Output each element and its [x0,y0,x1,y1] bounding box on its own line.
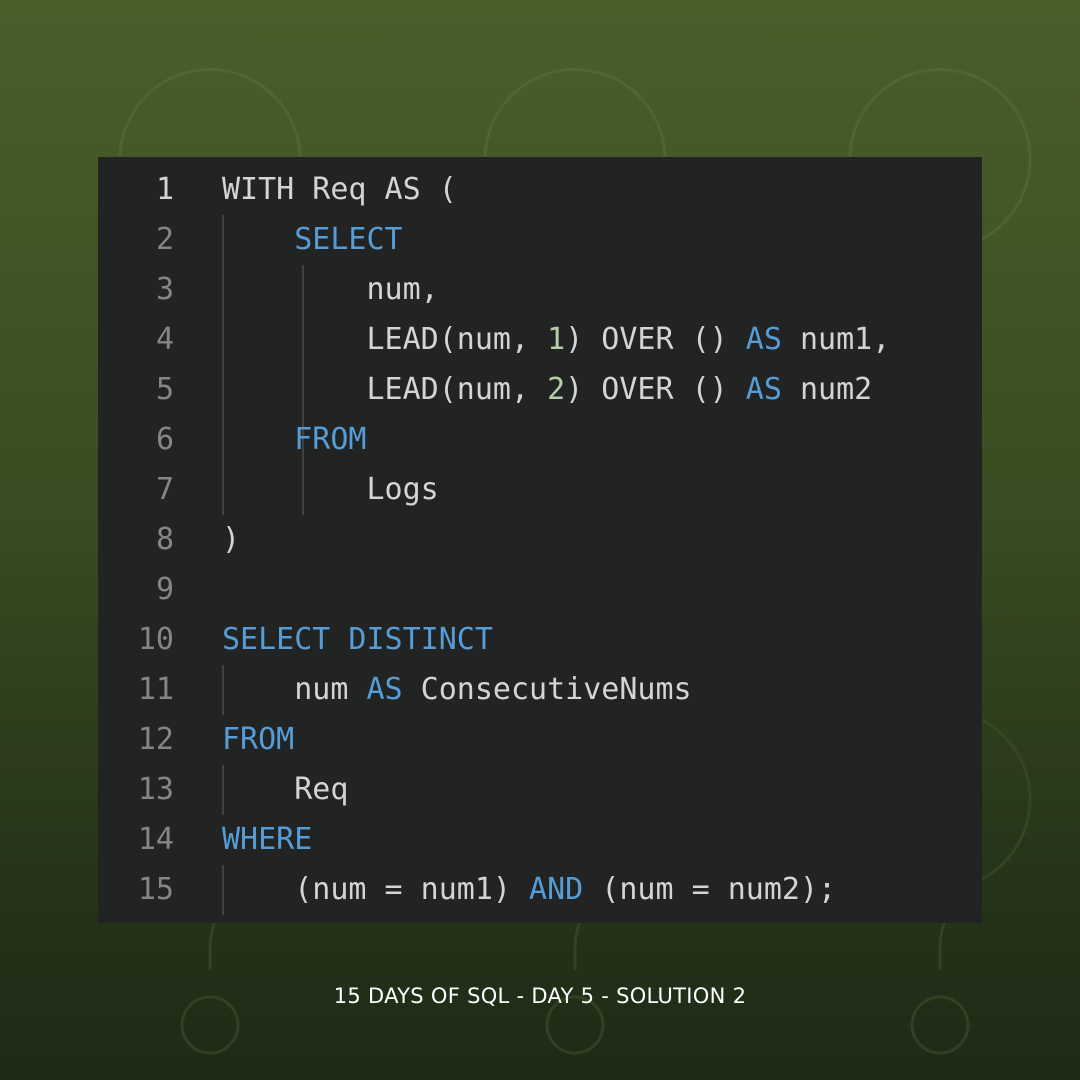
code-token: ConsecutiveNums [402,672,692,707]
code-text: FROM [222,715,294,765]
code-text: num AS ConsecutiveNums [222,665,692,715]
line-number: 15 [137,872,174,907]
line-number: 13 [137,772,174,807]
code-line[interactable]: 1 WITH Req AS ( [98,165,982,215]
code-text: ) [222,515,240,565]
line-number: 3 [155,272,174,307]
line-number: 14 [137,822,174,857]
code-line[interactable]: 14 WHERE [98,815,982,865]
sql-keyword: FROM [294,422,367,457]
code-token: Logs [222,472,439,507]
number-literal: 1 [547,322,566,357]
code-line[interactable]: 6 FROM [98,415,982,465]
sql-keyword: AS [366,672,403,707]
sql-keyword: SELECT [294,222,403,257]
code-token: LEAD(num, [222,372,548,407]
line-number: 6 [155,422,174,457]
sql-keyword: AS [745,322,782,357]
code-token: LEAD(num, [222,322,548,357]
code-token: (num = num1) [222,872,530,907]
code-text: FROM [222,415,367,465]
code-line[interactable]: 11 num AS ConsecutiveNums [98,665,982,715]
line-number: 1 [155,172,174,207]
code-token: (num = num2); [583,872,837,907]
sql-keyword: WHERE [222,822,313,857]
code-token: ) [222,522,241,557]
code-line[interactable]: 5 LEAD(num, 2) OVER () AS num2 [98,365,982,415]
code-line[interactable]: 3 num, [98,265,982,315]
code-text: SELECT DISTINCT [222,615,493,665]
line-number: 10 [137,622,174,657]
code-token: num [222,672,367,707]
code-text: LEAD(num, 2) OVER () AS num2 [222,365,872,415]
code-text: Logs [222,465,439,515]
code-token: ) OVER () [565,372,746,407]
code-text: SELECT [222,215,403,265]
caption: 15 DAYS OF SQL - DAY 5 - SOLUTION 2 [333,984,747,1008]
code-line[interactable]: 13 Req [98,765,982,815]
code-line[interactable]: 8) [98,515,982,565]
code-text: WHERE [222,815,312,865]
code-token: Req [222,772,349,807]
line-number: 12 [137,722,174,757]
code-editor[interactable]: 1 WITH Req AS (2 SELECT 3 num, 4 LEAD(num, … [98,157,982,923]
code-line[interactable]: 15 (num = num1) AND (num = num2); [98,865,982,915]
code-token: num1, [781,322,891,357]
code-line[interactable]: 2 SELECT [98,215,982,265]
code-line[interactable]: 10 SELECT DISTINCT [98,615,982,665]
line-number: 9 [155,572,174,607]
sql-keyword: AND [529,872,584,907]
sql-keyword: FROM [222,722,295,757]
code-text: num, [222,265,439,315]
code-text: (num = num1) AND (num = num2); [222,865,836,915]
code-token: ) OVER () [565,322,746,357]
sql-keyword: AS [745,372,782,407]
code-line[interactable]: 4 LEAD(num, 1) OVER () AS num1, [98,315,982,365]
code-text: WITH Req AS ( [222,165,457,215]
line-number: 5 [155,372,174,407]
line-number: 4 [155,322,174,357]
code-token: num, [222,272,439,307]
line-number: 2 [155,222,174,257]
line-number: 11 [137,672,174,707]
line-number: 7 [155,472,174,507]
line-number: 8 [155,522,174,557]
code-line[interactable]: 9 [98,565,982,615]
number-literal: 2 [547,372,566,407]
code-line[interactable]: 7 Logs [98,465,982,515]
code-token: num2 [781,372,873,407]
sql-keyword: SELECT DISTINCT [222,622,493,657]
code-line[interactable]: 12 FROM [98,715,982,765]
code-text: LEAD(num, 1) OVER () AS num1, [222,315,890,365]
code-token: WITH Req AS ( [222,172,457,207]
code-text: Req [222,765,348,815]
